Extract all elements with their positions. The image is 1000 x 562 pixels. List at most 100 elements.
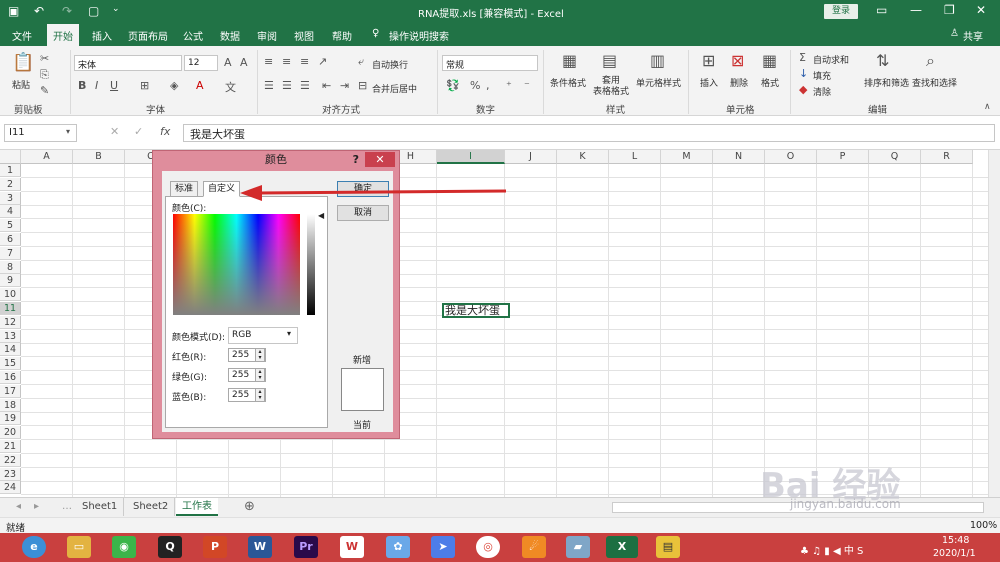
decrease-decimal-icon[interactable]: ⁻	[524, 79, 530, 92]
row-header[interactable]: 5	[0, 219, 21, 233]
align-left-icon[interactable]: ☰	[264, 79, 274, 92]
column-header[interactable]: L	[609, 150, 661, 164]
worksheet-grid[interactable]: ABCDEFGHIJKLMNOPQR 123456789101112131415…	[0, 150, 1000, 497]
wps-icon[interactable]: W	[340, 536, 364, 558]
file-explorer-icon[interactable]: ▭	[67, 536, 91, 558]
decrease-font-icon[interactable]: A	[240, 56, 248, 69]
chrome-icon[interactable]: ◎	[476, 536, 500, 558]
row-header[interactable]: 9	[0, 274, 21, 288]
sheet-tab-worksheet[interactable]: 工作表	[176, 498, 218, 516]
format-table-icon[interactable]: ▤	[602, 51, 617, 70]
row-header[interactable]: 4	[0, 205, 21, 219]
row-header[interactable]: 10	[0, 288, 21, 302]
more-sheets-icon[interactable]: …	[56, 498, 78, 516]
paste-icon[interactable]: 📋	[12, 52, 34, 73]
excel-icon[interactable]: X	[606, 536, 638, 558]
tab-review[interactable]: 审阅	[257, 28, 277, 43]
row-header[interactable]: 1	[0, 164, 21, 177]
cut-icon[interactable]: ✂	[40, 52, 49, 65]
sheet-tab-sheet1[interactable]: Sheet1	[76, 498, 125, 516]
row-header[interactable]: 14	[0, 343, 21, 357]
sheet-tab-sheet2[interactable]: Sheet2	[127, 498, 176, 516]
row-header[interactable]: 16	[0, 371, 21, 384]
autosum-icon[interactable]: Σ	[799, 51, 806, 64]
tab-home[interactable]: 开始	[47, 24, 79, 46]
autosum-button[interactable]: 自动求和	[813, 53, 849, 66]
new-file-icon[interactable]: ▢	[88, 4, 99, 18]
row-header[interactable]: 6	[0, 233, 21, 246]
underline-icon[interactable]: U	[110, 79, 118, 92]
luminance-slider[interactable]	[307, 214, 315, 315]
align-center-icon[interactable]: ☰	[282, 79, 292, 92]
cancel-button[interactable]: 取消	[337, 205, 389, 221]
minimize-button[interactable]: —	[910, 3, 922, 17]
color-spectrum[interactable]	[173, 214, 300, 315]
conditional-format-icon[interactable]: ▦	[562, 51, 577, 70]
undo-icon[interactable]: ↶	[34, 4, 44, 18]
row-header[interactable]: 7	[0, 246, 21, 260]
tab-standard[interactable]: 标准	[170, 181, 199, 197]
powerpoint-icon[interactable]: P	[203, 536, 227, 558]
align-middle-icon[interactable]: ≡	[282, 55, 291, 68]
dialog-close-button[interactable]: ✕	[365, 152, 395, 167]
paste-button[interactable]: 粘贴	[12, 78, 30, 91]
row-header[interactable]: 24	[0, 481, 21, 495]
restore-button[interactable]: ❐	[944, 3, 955, 17]
merge-icon[interactable]: ⊟	[358, 79, 367, 92]
row-header[interactable]: 15	[0, 357, 21, 371]
active-cell[interactable]: 我是大坏蛋	[442, 303, 510, 318]
italic-icon[interactable]: I	[95, 79, 98, 92]
tell-me-search[interactable]: 操作说明搜索	[389, 28, 449, 43]
fill-icon[interactable]: ↓	[799, 67, 808, 80]
currency-icon[interactable]: 💱	[446, 79, 460, 92]
row-header[interactable]: 8	[0, 260, 21, 274]
row-header[interactable]: 20	[0, 426, 21, 440]
insert-cells-button[interactable]: 插入	[700, 76, 718, 89]
close-window-button[interactable]: ✕	[976, 3, 986, 17]
confirm-entry-icon[interactable]: ✓	[134, 125, 143, 138]
column-header[interactable]: O	[765, 150, 817, 164]
save-icon[interactable]: ▣	[8, 4, 19, 18]
percent-icon[interactable]: %	[470, 79, 480, 92]
conditional-format-button[interactable]: 条件格式	[550, 76, 586, 89]
eraser-icon[interactable]: ◆	[799, 83, 807, 96]
help-button[interactable]: ?	[353, 153, 359, 166]
column-header[interactable]: M	[661, 150, 713, 164]
collapse-ribbon-icon[interactable]: ∧	[984, 102, 991, 112]
increase-decimal-icon[interactable]: ⁺	[506, 79, 512, 92]
sort-filter-icon[interactable]: ⇅	[876, 51, 889, 70]
cell-styles-icon[interactable]: ▥	[650, 51, 665, 70]
row-header[interactable]: 3	[0, 191, 21, 205]
chat-app-icon[interactable]: ✿	[386, 536, 410, 558]
wrap-text-icon[interactable]: ⤶	[358, 55, 364, 69]
tab-file[interactable]: 文件	[12, 28, 32, 43]
feishu-icon[interactable]: ➤	[431, 536, 455, 558]
login-button[interactable]: 登录	[824, 4, 858, 19]
ok-button[interactable]: 确定	[337, 181, 389, 197]
insert-cells-icon[interactable]: ⊞	[702, 51, 715, 70]
row-header[interactable]: 19	[0, 412, 21, 426]
tab-formulas[interactable]: 公式	[183, 28, 203, 43]
column-header[interactable]: A	[21, 150, 73, 164]
font-name-select[interactable]: 宋体	[74, 55, 182, 71]
phonetic-icon[interactable]: 文	[225, 79, 236, 95]
row-header[interactable]: 23	[0, 467, 21, 481]
find-select-icon[interactable]: ⌕	[926, 51, 935, 71]
delete-cells-icon[interactable]: ⊠	[731, 51, 744, 70]
blue-stepper[interactable]: ▴ ▾	[255, 388, 265, 402]
wrap-text-button[interactable]: 自动换行	[372, 58, 408, 71]
vertical-scrollbar[interactable]	[988, 150, 1000, 497]
column-header[interactable]: J	[505, 150, 557, 164]
customize-quick-access-icon[interactable]: ⌄	[112, 4, 120, 14]
namebox-dropdown-icon[interactable]: ▾	[66, 127, 70, 136]
tab-page-layout[interactable]: 页面布局	[128, 28, 168, 43]
format-table-button[interactable]: 套用 表格格式	[593, 76, 629, 98]
format-cells-icon[interactable]: ▦	[762, 51, 777, 70]
browser-icon[interactable]: e	[22, 536, 46, 558]
column-header[interactable]: Q	[869, 150, 921, 164]
zoom-level[interactable]: 100%	[970, 520, 997, 531]
share-button[interactable]: 共享	[963, 28, 983, 43]
font-size-select[interactable]: 12	[184, 55, 218, 71]
row-header[interactable]: 21	[0, 440, 21, 453]
premiere-icon[interactable]: Pr	[294, 536, 318, 558]
